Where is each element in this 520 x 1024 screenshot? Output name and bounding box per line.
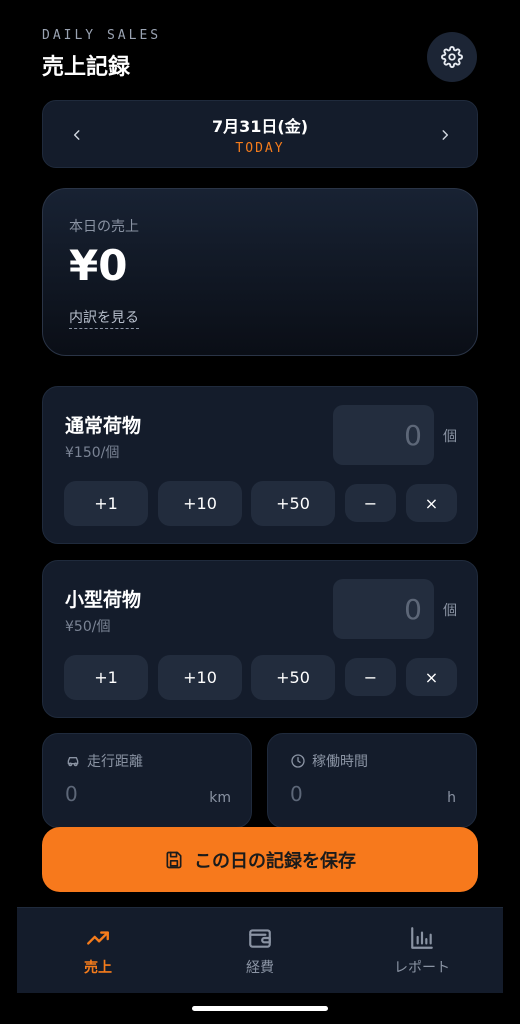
clear-button[interactable]: × — [406, 484, 457, 522]
save-record-button[interactable]: この日の記録を保存 — [42, 827, 478, 892]
clock-icon — [291, 754, 305, 768]
add-1-button[interactable]: +1 — [64, 655, 148, 700]
current-date: 7月31日(金) — [211, 117, 309, 136]
add-10-button[interactable]: +10 — [158, 481, 242, 526]
quantity-unit: 個 — [443, 429, 457, 445]
home-indicator — [192, 1006, 328, 1011]
quantity-unit: 個 — [443, 603, 457, 619]
save-icon — [166, 851, 182, 868]
add-50-button[interactable]: +50 — [251, 655, 335, 700]
breakdown-link[interactable]: 内訳を見る — [69, 307, 139, 329]
tab-sales[interactable]: 売上 — [17, 908, 179, 994]
next-day-button[interactable] — [433, 123, 457, 147]
settings-button[interactable] — [427, 32, 477, 82]
item-price: ¥50/個 — [65, 619, 111, 635]
tab-sales-label: 売上 — [84, 960, 112, 976]
save-button-label: この日の記録を保存 — [194, 850, 356, 872]
add-1-button[interactable]: +1 — [64, 481, 148, 526]
work-hours-label: 稼働時間 — [312, 754, 368, 770]
total-label: 本日の売上 — [69, 219, 139, 235]
chevron-right-icon — [442, 130, 449, 140]
tab-expenses-label: 経費 — [246, 960, 274, 976]
work-hours-header: 稼働時間 — [290, 751, 368, 771]
add-10-button[interactable]: +10 — [158, 655, 242, 700]
bottom-tab-bar: 売上 経費 レポート — [17, 907, 503, 993]
date-navigator: 7月31日(金) TODAY — [42, 100, 478, 168]
quantity-input[interactable]: 0 — [333, 405, 434, 465]
page-eyebrow: DAILY SALES — [42, 28, 162, 43]
work-hours-value: 0 — [290, 782, 303, 806]
date-display[interactable]: 7月31日(金) TODAY — [43, 113, 477, 156]
tab-expenses[interactable]: 経費 — [179, 908, 341, 994]
tab-report-label: レポート — [394, 960, 450, 976]
bar-chart-icon — [411, 927, 433, 949]
clear-button[interactable]: × — [406, 658, 457, 696]
daily-total-card: 本日の売上 ¥0 内訳を見る — [42, 188, 478, 356]
trending-up-icon — [87, 931, 109, 945]
gear-icon — [441, 46, 463, 68]
work-hours-card[interactable]: 稼働時間 0 h — [267, 733, 477, 828]
add-50-button[interactable]: +50 — [251, 481, 335, 526]
distance-header: 走行距離 — [65, 751, 143, 771]
total-amount: ¥0 — [69, 241, 128, 290]
item-name: 小型荷物 — [65, 589, 142, 611]
distance-card[interactable]: 走行距離 0 km — [42, 733, 252, 828]
distance-unit: km — [209, 790, 231, 806]
work-hours-unit: h — [447, 790, 456, 806]
car-icon — [67, 757, 79, 767]
decrement-button[interactable]: − — [345, 658, 396, 696]
item-card-small: 小型荷物 ¥50/個 0 個 +1 +10 +50 − × — [42, 560, 478, 718]
header: DAILY SALES 売上記録 — [42, 28, 161, 81]
today-label: TODAY — [235, 141, 285, 156]
tab-report[interactable]: レポート — [341, 908, 503, 994]
distance-value: 0 — [65, 782, 78, 806]
item-card-regular: 通常荷物 ¥150/個 0 個 +1 +10 +50 − × — [42, 386, 478, 544]
page-title: 売上記録 — [42, 55, 131, 80]
quantity-input[interactable]: 0 — [333, 579, 434, 639]
distance-label: 走行距離 — [87, 754, 143, 770]
item-name: 通常荷物 — [65, 415, 142, 437]
item-price: ¥150/個 — [65, 445, 120, 461]
wallet-icon — [249, 929, 271, 948]
decrement-button[interactable]: − — [345, 484, 396, 522]
